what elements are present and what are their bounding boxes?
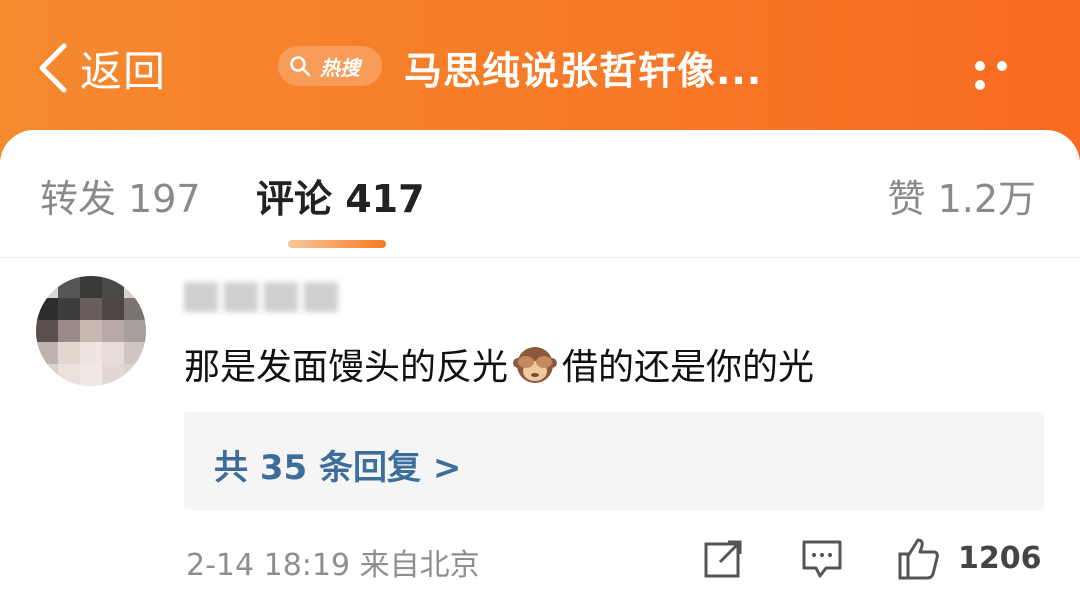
comment-text: 那是发面馒头的反光 借的还是你的光 xyxy=(184,338,814,390)
hot-badge-label: 热搜 xyxy=(320,55,360,80)
comment-text-part2: 借的还是你的光 xyxy=(562,347,815,388)
replies-preview[interactable]: 共 35 条回复 > xyxy=(184,412,1044,510)
tab-repost[interactable]: 转发 197 xyxy=(40,168,201,223)
more-dots-icon[interactable] xyxy=(975,56,1039,90)
comment-meta: 2-14 18:19 来自北京 xyxy=(186,548,480,583)
like-button[interactable]: 1206 xyxy=(894,534,1042,582)
hot-search-title[interactable]: 马思纯说张哲轩像... xyxy=(404,40,762,95)
see-no-evil-monkey-icon xyxy=(513,347,558,383)
back-label: 返回 xyxy=(80,46,167,96)
reply-icon[interactable] xyxy=(800,534,844,582)
back-button[interactable]: 返回 xyxy=(34,38,166,98)
chevron-left-icon xyxy=(39,43,67,93)
avatar[interactable] xyxy=(36,276,146,386)
thumbs-up-icon xyxy=(898,538,939,580)
tab-bar: 转发 197 评论 417 赞 1.2万 xyxy=(0,130,1080,256)
tab-like[interactable]: 赞 1.2万 xyxy=(887,168,1036,223)
comment-text-part1: 那是发面馒头的反光 xyxy=(184,347,509,388)
divider xyxy=(0,257,1080,258)
search-icon xyxy=(290,56,311,77)
active-tab-indicator xyxy=(288,240,386,248)
view-replies-link[interactable]: 共 35 条回复 > xyxy=(214,440,461,489)
username-blurred[interactable] xyxy=(184,282,338,316)
like-count: 1206 xyxy=(958,540,1042,576)
share-icon[interactable] xyxy=(702,534,746,582)
hot-search-badge[interactable]: 热搜 xyxy=(278,46,382,86)
tab-comment[interactable]: 评论 417 xyxy=(256,168,425,223)
